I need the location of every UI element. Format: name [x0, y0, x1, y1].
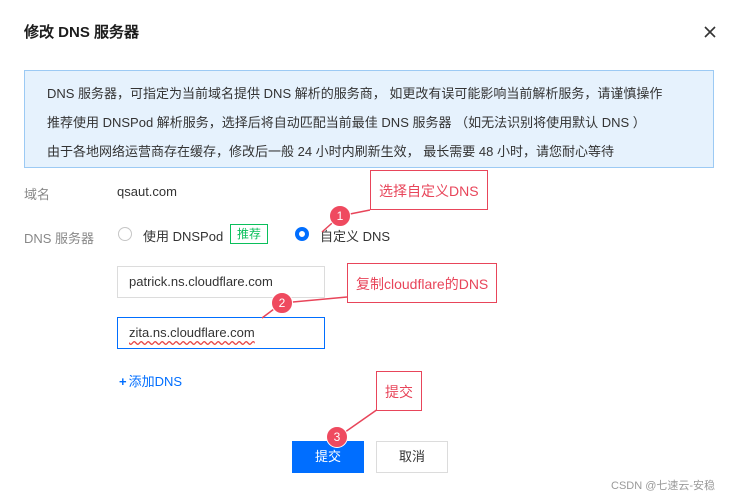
dns-input-2-value: zita.ns.cloudflare.com [129, 325, 255, 340]
step-badge-3: 3 [326, 426, 348, 448]
close-icon[interactable] [700, 22, 720, 42]
add-dns-link[interactable]: + 添加DNS [119, 371, 182, 390]
dns-input-1-value: patrick.ns.cloudflare.com [129, 274, 273, 289]
radio-dnspod-label[interactable]: 使用 DNSPod [143, 226, 223, 245]
plus-icon: + [119, 374, 127, 389]
radio-dnspod[interactable] [118, 227, 132, 241]
watermark: CSDN @七速云-安稳 [611, 480, 716, 492]
dns-server-label: DNS 服务器 [24, 231, 95, 246]
recommend-tag: 推荐 [230, 224, 269, 244]
step-badge-1: 1 [329, 205, 351, 227]
dns-input-2[interactable]: zita.ns.cloudflare.com [117, 317, 325, 349]
step-badge-2: 2 [271, 292, 293, 314]
domain-value: qsaut.com [117, 184, 177, 199]
notice-line: DNS 服务器，可指定为当前域名提供 DNS 解析的服务商， 如更改有误可能影响… [47, 86, 663, 101]
notice-line: 推荐使用 DNSPod 解析服务，选择后将自动匹配当前最佳 DNS 服务器 （如… [47, 115, 646, 130]
add-dns-label: 添加DNS [128, 374, 183, 389]
modify-dns-dialog: 修改 DNS 服务器 DNS 服务器，可指定为当前域名提供 DNS 解析的服务商… [0, 0, 739, 498]
dialog-title: 修改 DNS 服务器 [24, 24, 140, 41]
domain-label: 域名 [24, 187, 51, 202]
cancel-button[interactable]: 取消 [376, 441, 448, 473]
notice-banner: DNS 服务器，可指定为当前域名提供 DNS 解析的服务商， 如更改有误可能影响… [24, 70, 714, 168]
notice-line: 由于各地网络运营商存在缓存，修改后一般 24 小时内刷新生效， 最长需要 48 … [47, 144, 614, 159]
radio-custom-dns-label[interactable]: 自定义 DNS [320, 226, 390, 245]
callout-submit: 提交 [376, 371, 422, 411]
submit-button[interactable]: 提交 [292, 441, 364, 473]
radio-custom-dns[interactable] [295, 227, 309, 241]
callout-copy-cloudflare-dns: 复制cloudflare的DNS [347, 263, 498, 303]
dns-input-1[interactable]: patrick.ns.cloudflare.com [117, 266, 325, 298]
callout-select-custom-dns: 选择自定义DNS [370, 170, 488, 210]
